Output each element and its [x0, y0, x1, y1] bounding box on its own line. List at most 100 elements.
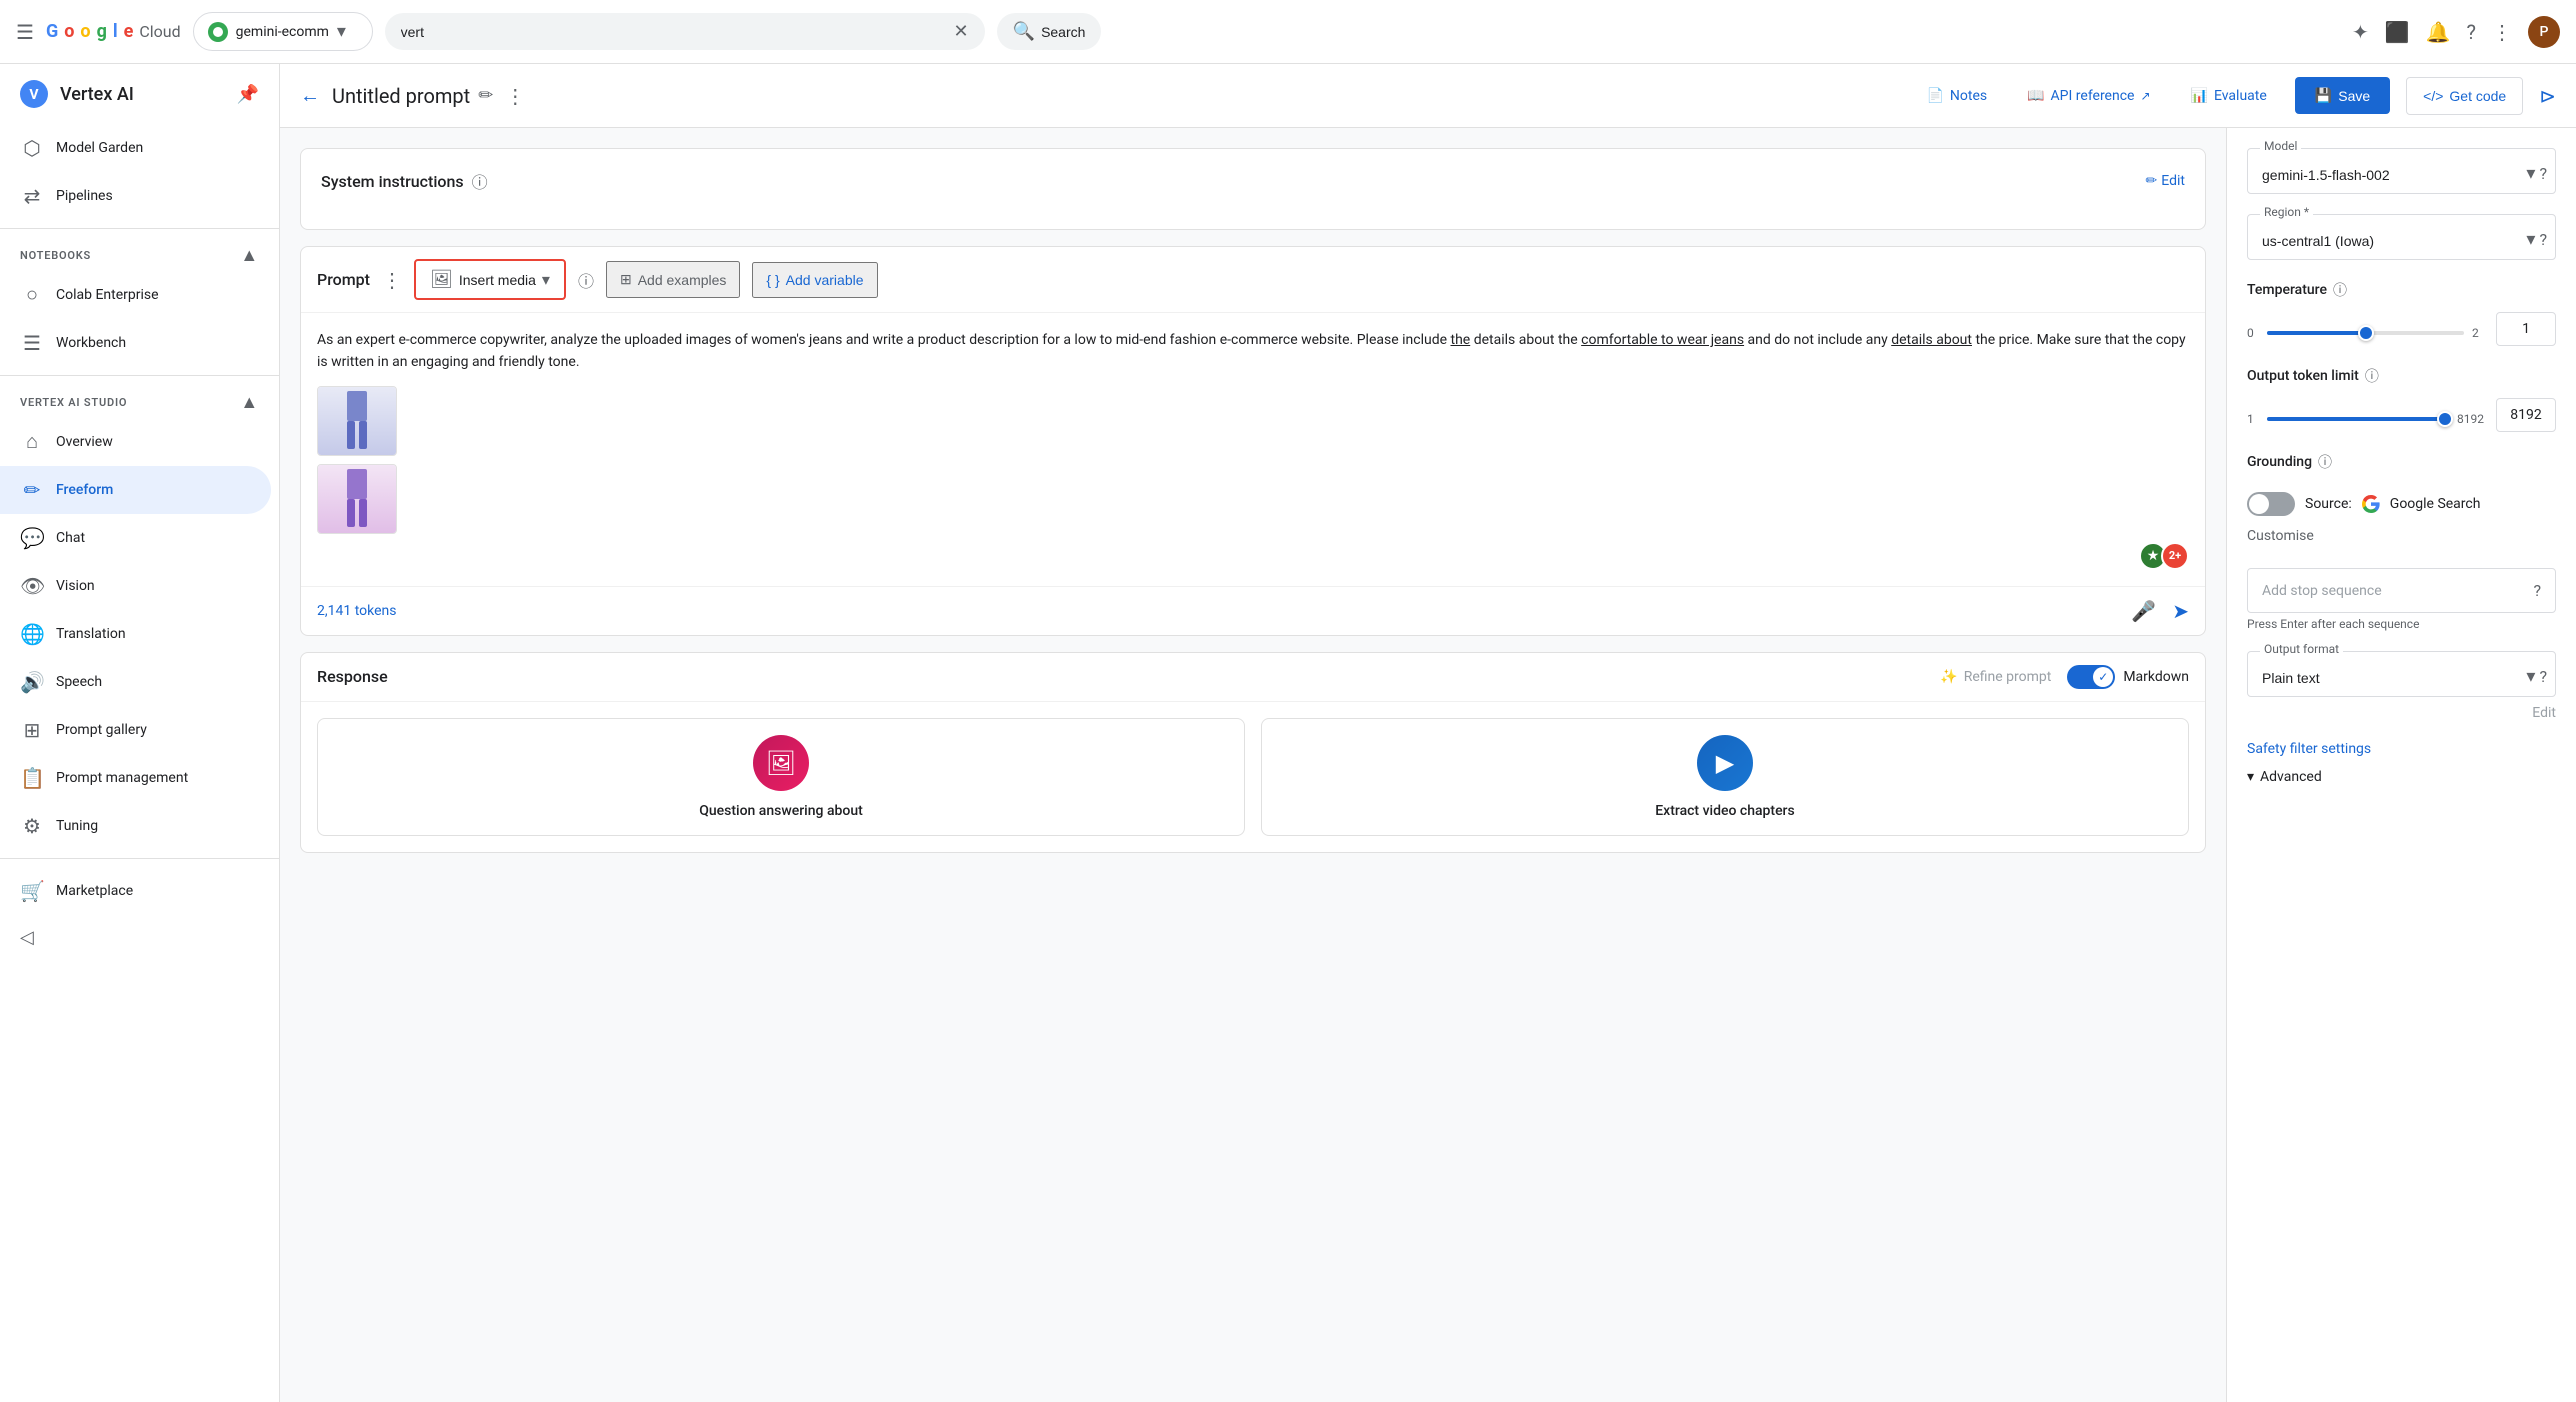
- insert-media-button[interactable]: 🖼 Insert media ▾: [414, 259, 566, 300]
- prompt-title: Untitled prompt ✏: [332, 84, 493, 108]
- sidebar-item-tuning[interactable]: ⚙ Tuning: [0, 802, 271, 850]
- temperature-slider-row: 0 2 1: [2247, 312, 2556, 346]
- system-instructions-help-icon[interactable]: ⓘ: [472, 169, 488, 193]
- sidebar-item-marketplace[interactable]: 🛒 Marketplace: [0, 867, 271, 915]
- api-reference-button[interactable]: 📖 API reference ↗: [2015, 80, 2162, 112]
- sparkle-icon[interactable]: ✦: [2352, 20, 2369, 44]
- image-thumb-2[interactable]: [317, 464, 397, 534]
- code-icon: </>: [2423, 88, 2443, 104]
- markdown-toggle-switch[interactable]: ✓: [2067, 665, 2115, 689]
- evaluate-button[interactable]: 📊 Evaluate: [2179, 80, 2279, 112]
- sidebar-item-colab[interactable]: ○ Colab Enterprise: [0, 270, 271, 319]
- sidebar-item-translation[interactable]: 🌐 Translation: [0, 610, 271, 658]
- sidebar-item-freeform[interactable]: ✏ Freeform: [0, 466, 271, 514]
- token-count[interactable]: 2,141 tokens: [317, 603, 396, 619]
- image-thumb-1[interactable]: [317, 386, 397, 456]
- output-format-edit-link[interactable]: Edit: [2532, 705, 2556, 721]
- token-limit-slider[interactable]: [2267, 417, 2449, 421]
- response-card-extract[interactable]: ▶ Extract video chapters: [1261, 718, 2189, 836]
- microphone-icon[interactable]: 🎤: [2131, 599, 2156, 623]
- save-button[interactable]: 💾 Save: [2295, 77, 2390, 114]
- expand-button[interactable]: ⊳: [2539, 84, 2556, 108]
- sidebar-item-vision[interactable]: 👁 Vision: [0, 562, 271, 610]
- region-help-icon[interactable]: ?: [2539, 230, 2547, 249]
- temperature-value[interactable]: 1: [2496, 312, 2556, 346]
- token-min: 1: [2247, 412, 2259, 426]
- add-examples-label: Add examples: [638, 272, 727, 288]
- badge-red-icon: 2+: [2161, 542, 2189, 570]
- prompt-text[interactable]: As an expert e-commerce copywriter, anal…: [317, 329, 2189, 374]
- prompt-title-edit-icon[interactable]: ✏: [478, 85, 493, 106]
- grounding-toggle[interactable]: [2247, 492, 2295, 516]
- add-examples-button[interactable]: ⊞ Add examples: [606, 261, 740, 298]
- sidebar-item-chat[interactable]: 💬 Chat: [0, 514, 271, 562]
- prompt-menu-icon[interactable]: ⋮: [382, 268, 402, 292]
- sidebar-item-workbench[interactable]: ☰ Workbench: [0, 319, 271, 367]
- sidebar-item-speech[interactable]: 🔊 Speech: [0, 658, 271, 706]
- insert-media-dropdown-icon: ▾: [542, 270, 550, 290]
- add-variable-button[interactable]: { } Add variable: [752, 262, 877, 298]
- search-clear-icon[interactable]: ✕: [954, 21, 969, 42]
- sidebar-item-pipelines[interactable]: ⇄ Pipelines: [0, 172, 271, 220]
- sidebar-item-prompt-management[interactable]: 📋 Prompt management: [0, 754, 271, 802]
- sidebar-collapse-icon[interactable]: ◁: [20, 927, 34, 948]
- right-panel: Model gemini-1.5-flash-002 ▾ ? Region * …: [2226, 128, 2576, 1402]
- sidebar-item-prompt-gallery[interactable]: ⊞ Prompt gallery: [0, 706, 271, 754]
- system-instructions-edit-icon[interactable]: ✏ Edit: [2146, 173, 2185, 189]
- model-help-icon[interactable]: ?: [2539, 164, 2547, 183]
- response-card-question[interactable]: 🖼 Question answering about: [317, 718, 1245, 836]
- grounding-label: Grounding ⓘ: [2247, 452, 2556, 472]
- search-input[interactable]: [401, 24, 946, 40]
- region-select[interactable]: us-central1 (Iowa): [2248, 219, 2526, 259]
- prompt-more-icon[interactable]: ⋮: [505, 84, 525, 108]
- send-icon[interactable]: ➤: [2172, 599, 2189, 623]
- customise-link[interactable]: Customise: [2247, 524, 2556, 548]
- hamburger-icon[interactable]: ☰: [16, 20, 34, 44]
- google-cloud-logo: Google Cloud: [46, 21, 181, 42]
- notes-button[interactable]: 📄 Notes: [1914, 80, 1999, 112]
- refine-prompt-button[interactable]: ✨ Refine prompt: [1940, 669, 2051, 685]
- safety-filter-link[interactable]: Safety filter settings: [2247, 741, 2556, 757]
- grounding-help-icon[interactable]: ⓘ: [2318, 452, 2332, 472]
- temperature-thumb[interactable]: [2358, 325, 2374, 341]
- model-field-group: Model gemini-1.5-flash-002 ▾ ?: [2247, 148, 2556, 194]
- google-logo-e: e: [124, 21, 134, 42]
- notebooks-collapse-icon[interactable]: ▲: [240, 245, 259, 266]
- notification-icon[interactable]: 🔔: [2426, 20, 2451, 44]
- get-code-button[interactable]: </> Get code: [2406, 77, 2523, 115]
- output-format-help-icon[interactable]: ?: [2539, 667, 2547, 686]
- sidebar-item-overview[interactable]: ⌂ Overview: [0, 417, 271, 466]
- sidebar-item-label: Speech: [56, 674, 102, 690]
- model-select[interactable]: gemini-1.5-flash-002: [2248, 153, 2526, 193]
- project-selector[interactable]: gemini-ecomm ▾: [193, 12, 373, 51]
- sidebar-item-label: Marketplace: [56, 883, 133, 899]
- output-format-select[interactable]: Plain text: [2248, 656, 2526, 696]
- sidebar-item-model-garden[interactable]: ⬡ Model Garden: [0, 124, 271, 172]
- advanced-label: Advanced: [2260, 769, 2322, 785]
- prompt-help-icon[interactable]: ⓘ: [578, 268, 594, 292]
- sidebar-item-label: Prompt management: [56, 770, 188, 786]
- search-button[interactable]: 🔍 Search: [997, 13, 1102, 50]
- token-limit-value[interactable]: 8192: [2496, 398, 2556, 432]
- token-limit-help-icon[interactable]: ⓘ: [2365, 366, 2379, 386]
- temperature-fill: [2267, 331, 2366, 335]
- token-limit-thumb[interactable]: [2437, 411, 2453, 427]
- advanced-row[interactable]: ▾ Advanced: [2247, 769, 2556, 785]
- topbar-right: ✦ ⬛ 🔔 ? ⋮ P: [2352, 16, 2560, 48]
- temperature-slider[interactable]: [2267, 331, 2464, 335]
- stop-sequence-help-icon[interactable]: ?: [2533, 581, 2541, 600]
- pin-icon[interactable]: 📌: [237, 84, 259, 105]
- back-button[interactable]: ←: [300, 83, 320, 108]
- vertex-studio-collapse-icon[interactable]: ▲: [240, 392, 259, 413]
- help-icon[interactable]: ?: [2467, 20, 2476, 44]
- system-instructions-header: System instructions ⓘ ✏ Edit: [321, 169, 2185, 193]
- terminal-icon[interactable]: ⬛: [2385, 20, 2410, 44]
- image-thumbnails: [317, 386, 2189, 534]
- response-label: Response: [317, 667, 388, 686]
- workbench-icon: ☰: [20, 331, 44, 355]
- stop-sequence-box[interactable]: Add stop sequence ?: [2247, 568, 2556, 613]
- project-dropdown-icon: ▾: [337, 21, 346, 42]
- temperature-help-icon[interactable]: ⓘ: [2333, 280, 2347, 300]
- user-avatar[interactable]: P: [2528, 16, 2560, 48]
- more-options-icon[interactable]: ⋮: [2492, 20, 2512, 44]
